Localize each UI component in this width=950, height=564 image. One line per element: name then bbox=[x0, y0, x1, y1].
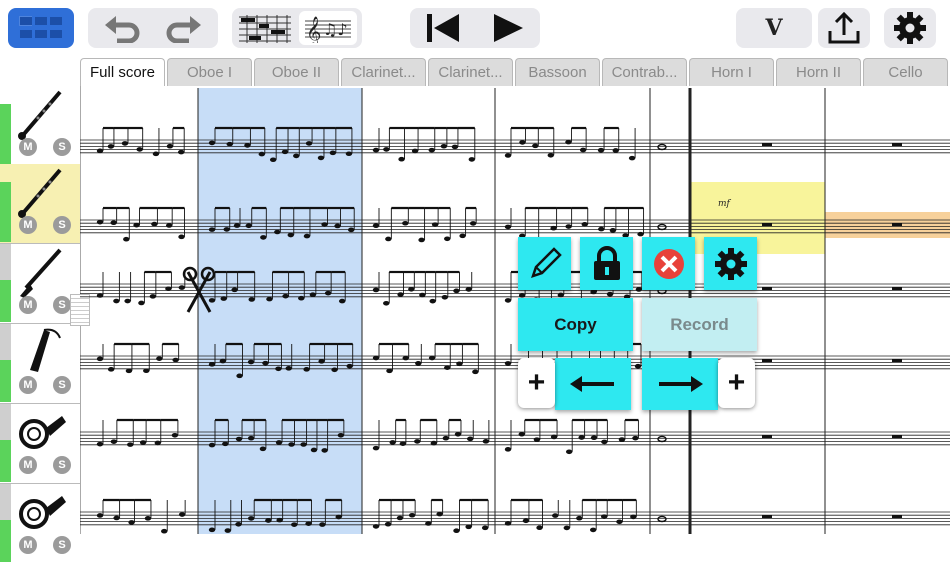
version-label: V bbox=[765, 15, 783, 41]
mute-button[interactable]: M bbox=[19, 456, 37, 474]
volume-meter bbox=[0, 360, 11, 402]
undo-icon[interactable] bbox=[103, 13, 143, 43]
lock-button[interactable] bbox=[580, 237, 633, 290]
play-icon[interactable] bbox=[491, 12, 525, 44]
volume-meter-track bbox=[0, 324, 11, 360]
svg-text:♫♪: ♫♪ bbox=[323, 20, 348, 39]
skip-back-icon[interactable] bbox=[425, 12, 461, 44]
settings-button[interactable] bbox=[884, 8, 936, 48]
instrument-row-clarinet[interactable]: M S bbox=[0, 244, 80, 324]
extend-left-button[interactable]: + bbox=[518, 358, 555, 408]
instrument-row-oboe-1[interactable]: M S bbox=[0, 86, 80, 166]
piano-roll-icon[interactable] bbox=[237, 13, 293, 43]
solo-button[interactable]: S bbox=[53, 138, 71, 156]
instrument-row-oboe-2[interactable]: M S bbox=[0, 164, 80, 244]
pencil-icon bbox=[530, 246, 562, 278]
mute-button[interactable]: M bbox=[19, 216, 37, 234]
view-mode-group: 𝄞 ♫♪ bbox=[232, 8, 362, 48]
transport-group bbox=[410, 8, 540, 48]
part-tabs: Full score Oboe I Oboe II Clarinet... Cl… bbox=[80, 58, 950, 88]
instrument-row-horn-1[interactable]: M S bbox=[0, 404, 80, 484]
svg-text:𝄞: 𝄞 bbox=[306, 16, 321, 43]
solo-button[interactable]: S bbox=[53, 296, 71, 314]
tab-clarinet-1[interactable]: Clarinet... bbox=[341, 58, 426, 86]
instrument-row-horn-2[interactable]: M S bbox=[0, 484, 80, 564]
mute-button[interactable]: M bbox=[19, 536, 37, 554]
tab-bassoon[interactable]: Bassoon bbox=[515, 58, 600, 86]
volume-meter bbox=[0, 440, 11, 482]
tab-contrabassoon[interactable]: Contrab... bbox=[602, 58, 687, 86]
bassoon-icon bbox=[30, 328, 61, 372]
instrument-row-bassoon[interactable]: M S bbox=[0, 324, 80, 404]
clarinet-icon bbox=[20, 248, 62, 298]
notation-icon: 𝄞 ♫♪ bbox=[305, 16, 351, 43]
instrument-sidebar: M S M S M S M S M S M S bbox=[0, 86, 90, 562]
score-canvas[interactable]: mf bbox=[80, 88, 950, 534]
oboe-icon bbox=[18, 90, 62, 140]
pencil-button[interactable] bbox=[518, 237, 571, 290]
move-right-button[interactable] bbox=[642, 358, 718, 410]
redo-icon[interactable] bbox=[163, 13, 203, 43]
gear-button[interactable] bbox=[704, 237, 757, 290]
tab-clarinet-2[interactable]: Clarinet... bbox=[428, 58, 513, 86]
record-label: Record bbox=[670, 314, 729, 334]
export-icon bbox=[828, 11, 860, 44]
oboe-icon bbox=[18, 168, 62, 218]
tab-cello[interactable]: Cello bbox=[863, 58, 948, 86]
toolbar: 𝄞 ♫♪ V bbox=[0, 0, 950, 58]
export-button[interactable] bbox=[818, 8, 870, 48]
note-selection-tail bbox=[825, 212, 950, 238]
plus-right-icon: + bbox=[727, 366, 746, 399]
lock-icon bbox=[593, 245, 620, 280]
move-left-button[interactable] bbox=[555, 358, 631, 410]
mute-button[interactable]: M bbox=[19, 376, 37, 394]
tab-full-score[interactable]: Full score bbox=[80, 58, 165, 86]
tab-oboe-2[interactable]: Oboe II bbox=[254, 58, 339, 86]
tab-horn-1[interactable]: Horn I bbox=[689, 58, 774, 86]
copy-label: Copy bbox=[554, 314, 597, 334]
version-button[interactable]: V bbox=[736, 8, 812, 48]
notation-button[interactable]: 𝄞 ♫♪ bbox=[299, 11, 357, 45]
solo-button[interactable]: S bbox=[53, 216, 71, 234]
arrow-right-icon bbox=[659, 376, 703, 392]
dynamic-marking: mf bbox=[718, 199, 732, 209]
volume-meter-track bbox=[0, 404, 11, 440]
copy-button[interactable]: Copy bbox=[518, 298, 633, 351]
score-area[interactable]: mf bbox=[80, 88, 950, 534]
tab-horn-2[interactable]: Horn II bbox=[776, 58, 861, 86]
delete-icon bbox=[653, 248, 684, 279]
solo-button[interactable]: S bbox=[53, 376, 71, 394]
volume-meter bbox=[0, 104, 11, 164]
record-button[interactable]: Record bbox=[642, 298, 757, 351]
selected-measure-highlight bbox=[198, 88, 362, 534]
extend-right-button[interactable]: + bbox=[718, 358, 755, 408]
horn-icon bbox=[19, 416, 66, 449]
grid-view-button[interactable] bbox=[8, 8, 74, 48]
mute-button[interactable]: M bbox=[19, 138, 37, 156]
mute-button[interactable]: M bbox=[19, 296, 37, 314]
settings-icon bbox=[894, 12, 926, 44]
undo-redo-group bbox=[88, 8, 218, 48]
horn-icon bbox=[19, 496, 66, 529]
arrow-left-icon bbox=[570, 376, 614, 392]
grid-view-icon bbox=[19, 16, 62, 38]
plus-left-icon: + bbox=[527, 366, 546, 399]
tab-oboe-1[interactable]: Oboe I bbox=[167, 58, 252, 86]
solo-button[interactable]: S bbox=[53, 536, 71, 554]
gear-icon bbox=[714, 247, 747, 280]
solo-button[interactable]: S bbox=[53, 456, 71, 474]
volume-meter bbox=[0, 520, 11, 562]
volume-meter-track bbox=[0, 484, 11, 520]
delete-button[interactable] bbox=[642, 237, 695, 290]
volume-meter-track bbox=[0, 244, 11, 280]
volume-meter bbox=[0, 182, 11, 242]
volume-meter bbox=[0, 280, 11, 322]
